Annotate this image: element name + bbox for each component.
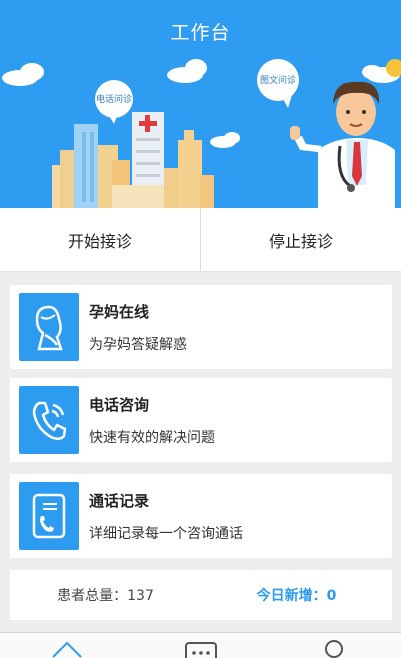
- patient-stats: 患者总量：137 今日新增：0: [10, 570, 392, 620]
- total-patients: 患者总量：137: [10, 585, 201, 605]
- today-new-label: 今日新增：: [256, 588, 327, 604]
- page-title: 工作台: [170, 22, 231, 44]
- call-log-icon: [19, 482, 79, 550]
- header-banner: 电话问诊 图文问诊 工作台: [0, 0, 401, 208]
- app-root: 电话问诊 图文问诊 工作台 开始接诊 停止接诊 孕妈在线 为孕妈答疑解惑 电话咨…: [0, 0, 401, 658]
- today-new-patients: 今日新增：0: [201, 585, 392, 605]
- card-description: 详细记录每一个咨询通话: [89, 525, 243, 542]
- bottom-tab-bar: [0, 632, 401, 658]
- total-patients-value: 137: [127, 588, 154, 604]
- card-text: 电话咨询 快速有效的解决问题: [89, 394, 215, 447]
- tab-messages[interactable]: [134, 633, 268, 658]
- card-description: 快速有效的解决问题: [89, 429, 215, 446]
- consultation-actions: 开始接诊 停止接诊: [0, 208, 401, 272]
- phone-icon: [19, 386, 79, 454]
- pregnant-woman-icon: [19, 293, 79, 361]
- stop-consultation-button[interactable]: 停止接诊: [201, 208, 401, 271]
- home-icon: [52, 641, 82, 658]
- card-description: 为孕妈答疑解惑: [89, 336, 187, 353]
- card-text: 通话记录 详细记录每一个咨询通话: [89, 490, 243, 543]
- total-patients-label: 患者总量：: [57, 588, 128, 604]
- card-title: 电话咨询: [89, 395, 150, 414]
- bubble-phone-label: 电话问诊: [96, 93, 132, 105]
- tab-home[interactable]: [0, 633, 134, 658]
- bubble-text-label: 图文问诊: [260, 74, 296, 86]
- card-pregnant-online[interactable]: 孕妈在线 为孕妈答疑解惑: [10, 285, 392, 369]
- profile-icon: [325, 640, 344, 658]
- start-consultation-button[interactable]: 开始接诊: [0, 208, 200, 271]
- card-text: 孕妈在线 为孕妈答疑解惑: [89, 301, 187, 354]
- message-icon: [184, 642, 217, 658]
- card-call-log[interactable]: 通话记录 详细记录每一个咨询通话: [10, 474, 392, 558]
- tab-profile[interactable]: [267, 633, 401, 658]
- today-new-value: 0: [326, 588, 337, 604]
- card-title: 孕妈在线: [89, 302, 150, 321]
- card-phone-consultation[interactable]: 电话咨询 快速有效的解决问题: [10, 378, 392, 462]
- card-title: 通话记录: [89, 491, 150, 510]
